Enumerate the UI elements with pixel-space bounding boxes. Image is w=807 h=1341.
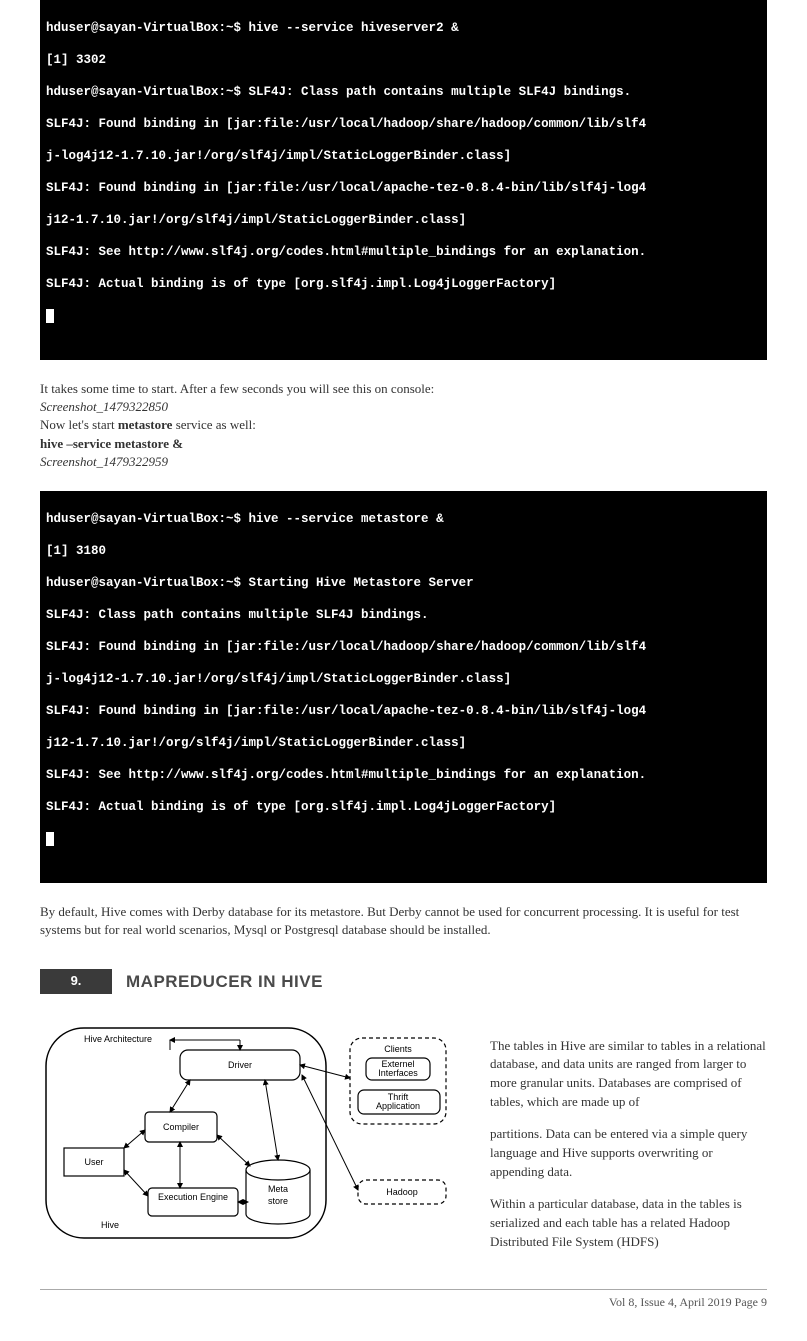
term2-l1: hduser@sayan-VirtualBox:~$ hive --servic…	[46, 511, 761, 527]
body-text-1: It takes some time to start. After a few…	[40, 380, 767, 471]
page-footer: Vol 8, Issue 4, April 2019 Page 9	[40, 1294, 767, 1311]
ext-if-2: Interfaces	[378, 1068, 418, 1078]
heading-title: MAPREDUCER IN HIVE	[126, 970, 323, 994]
rt-p3: Within a particular database, data in th…	[490, 1195, 767, 1252]
p-takes-time: It takes some time to start. After a few…	[40, 380, 767, 398]
term2-l3: hduser@sayan-VirtualBox:~$ Starting Hive…	[46, 575, 761, 591]
term2-l10: SLF4J: Actual binding is of type [org.sl…	[46, 799, 761, 815]
body-text-2: By default, Hive comes with Derby databa…	[40, 903, 767, 939]
term1-l5: j-log4j12-1.7.10.jar!/org/slf4j/impl/Sta…	[46, 148, 761, 164]
hive-label: Hive	[101, 1220, 119, 1230]
p-derby: By default, Hive comes with Derby databa…	[40, 903, 767, 939]
term1-l3: hduser@sayan-VirtualBox:~$ SLF4J: Class …	[46, 84, 761, 100]
diagram-side-text: The tables in Hive are similar to tables…	[490, 1020, 767, 1265]
footer-divider	[40, 1289, 767, 1290]
term2-l6: j-log4j12-1.7.10.jar!/org/slf4j/impl/Sta…	[46, 671, 761, 687]
term2-l4: SLF4J: Class path contains multiple SLF4…	[46, 607, 761, 623]
terminal-hiveserver2: hduser@sayan-VirtualBox:~$ hive --servic…	[40, 0, 767, 360]
meta-label-1: Meta	[268, 1184, 288, 1194]
cursor-icon	[46, 309, 54, 323]
p2b: metastore	[118, 417, 173, 432]
term1-l1: hduser@sayan-VirtualBox:~$ hive --servic…	[46, 20, 761, 36]
hadoop-label: Hadoop	[386, 1187, 418, 1197]
p-start-metastore: Now let's start metastore service as wel…	[40, 416, 767, 434]
term1-l4: SLF4J: Found binding in [jar:file:/usr/l…	[46, 116, 761, 132]
diagram-area: Hive Architecture Driver Compiler User E…	[40, 1020, 767, 1265]
term2-l8: j12-1.7.10.jar!/org/slf4j/impl/StaticLog…	[46, 735, 761, 751]
compiler-label: Compiler	[163, 1122, 199, 1132]
heading-number: 9.	[40, 969, 112, 993]
exec-label-1: Execution Engine	[158, 1192, 228, 1202]
term1-l9: SLF4J: Actual binding is of type [org.sl…	[46, 276, 761, 292]
p2c: service as well:	[172, 417, 255, 432]
rt-p2: partitions. Data can be entered via a si…	[490, 1125, 767, 1182]
term2-l9: SLF4J: See http://www.slf4j.org/codes.ht…	[46, 767, 761, 783]
term2-l7: SLF4J: Found binding in [jar:file:/usr/l…	[46, 703, 761, 719]
term1-l8: SLF4J: See http://www.slf4j.org/codes.ht…	[46, 244, 761, 260]
term1-l2: [1] 3302	[46, 52, 761, 68]
term2-l5: SLF4J: Found binding in [jar:file:/usr/l…	[46, 639, 761, 655]
clients-label: Clients	[384, 1044, 412, 1054]
thrift-2: Application	[376, 1101, 420, 1111]
p2a: Now let's start	[40, 417, 118, 432]
screenshot-label-1: Screenshot_1479322850	[40, 398, 767, 416]
meta-label-2: store	[268, 1196, 288, 1206]
terminal-metastore: hduser@sayan-VirtualBox:~$ hive --servic…	[40, 491, 767, 883]
cmd-metastore: hive –service metastore &	[40, 435, 767, 453]
cursor-icon	[46, 832, 54, 846]
hive-architecture-diagram: Hive Architecture Driver Compiler User E…	[40, 1020, 450, 1255]
diagram-title: Hive Architecture	[84, 1034, 152, 1044]
rt-p1: The tables in Hive are similar to tables…	[490, 1037, 767, 1112]
screenshot-label-2: Screenshot_1479322959	[40, 453, 767, 471]
user-label: User	[84, 1157, 103, 1167]
term2-l2: [1] 3180	[46, 543, 761, 559]
term1-l6: SLF4J: Found binding in [jar:file:/usr/l…	[46, 180, 761, 196]
term1-l7: j12-1.7.10.jar!/org/slf4j/impl/StaticLog…	[46, 212, 761, 228]
driver-label: Driver	[228, 1060, 252, 1070]
section-heading: 9. MAPREDUCER IN HIVE	[40, 969, 767, 993]
